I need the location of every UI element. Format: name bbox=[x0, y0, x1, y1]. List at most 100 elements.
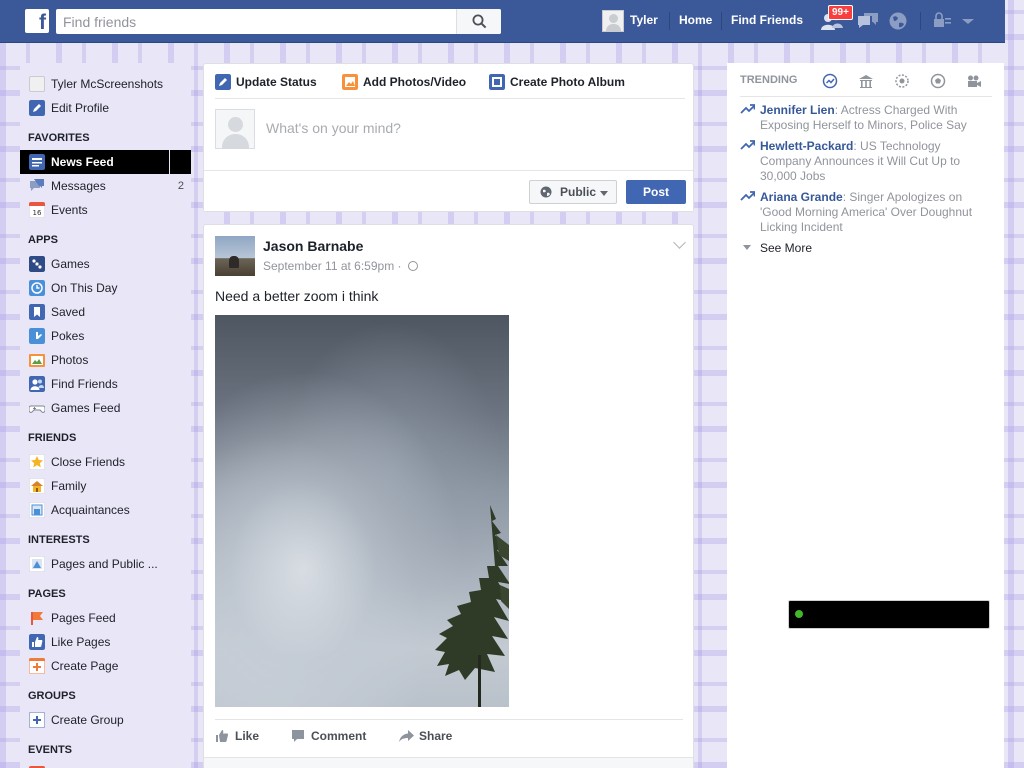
sidebar-item-on-this-day[interactable]: On This Day bbox=[20, 276, 191, 300]
see-more-link[interactable]: See More bbox=[743, 241, 812, 255]
share-label: Share bbox=[419, 729, 453, 743]
entertainment-camera-icon[interactable] bbox=[966, 73, 982, 89]
sidebar-item-create-group[interactable]: Create Group bbox=[20, 708, 191, 732]
friend-requests-badge: 99+ bbox=[828, 5, 853, 20]
trending-top-icon[interactable] bbox=[822, 73, 838, 89]
sidebar-item-pages-feed[interactable]: Pages Feed bbox=[20, 606, 191, 630]
facebook-logo[interactable]: f bbox=[25, 9, 49, 33]
poke-icon bbox=[29, 328, 45, 344]
status-composer: Update Status Add Photos/Video Create Ph… bbox=[203, 63, 694, 212]
left-sidebar: Tyler McScreenshots Edit Profile FAVORIT… bbox=[20, 63, 191, 768]
search-input[interactable] bbox=[56, 9, 456, 34]
sidebar-item-label: Messages bbox=[51, 179, 106, 193]
notifications-button[interactable] bbox=[886, 9, 912, 33]
sidebar-item-label: Create Page bbox=[51, 659, 119, 673]
sidebar-item-create-event[interactable] bbox=[20, 762, 191, 768]
sidebar-item-photos[interactable]: Photos bbox=[20, 348, 191, 372]
trending-topic-name[interactable]: Jennifer Lien bbox=[760, 103, 835, 117]
science-tech-icon[interactable] bbox=[894, 73, 910, 89]
sidebar-item-label: Events bbox=[51, 203, 88, 217]
sidebar-item-like-pages[interactable]: Like Pages bbox=[20, 630, 191, 654]
share-arrow-icon bbox=[399, 730, 414, 742]
sidebar-item-games-feed[interactable]: Games Feed bbox=[20, 396, 191, 420]
chevron-down-icon bbox=[962, 19, 974, 24]
sidebar-item-games[interactable]: Games bbox=[20, 252, 191, 276]
author-avatar[interactable] bbox=[215, 236, 255, 276]
create-group-icon bbox=[29, 712, 45, 728]
comment-label: Comment bbox=[311, 729, 367, 743]
sports-ball-icon[interactable] bbox=[930, 73, 946, 89]
search-icon bbox=[472, 14, 487, 29]
composer-footer: Public Post bbox=[204, 170, 693, 211]
comment-button[interactable]: Comment bbox=[291, 728, 366, 744]
account-menu-button[interactable] bbox=[958, 9, 984, 33]
trending-item[interactable]: Ariana Grande: Singer Apologizes on 'Goo… bbox=[740, 190, 992, 235]
sidebar-item-pages-and-public[interactable]: Pages and Public ... bbox=[20, 552, 191, 576]
section-header-favorites: FAVORITES bbox=[28, 132, 90, 144]
tab-update-status[interactable]: Update Status bbox=[215, 74, 317, 90]
trending-topic-name[interactable]: Ariana Grande bbox=[760, 190, 843, 204]
sidebar-item-family[interactable]: Family bbox=[20, 474, 191, 498]
profile-avatar-icon bbox=[29, 76, 45, 92]
sidebar-item-saved[interactable]: Saved bbox=[20, 300, 191, 324]
nav-divider bbox=[721, 12, 722, 30]
user-avatar[interactable] bbox=[602, 10, 624, 32]
post-button[interactable]: Post bbox=[626, 180, 686, 204]
status-input[interactable] bbox=[266, 120, 676, 136]
share-button[interactable]: Share bbox=[399, 728, 452, 744]
politics-icon[interactable] bbox=[858, 73, 874, 89]
profile-link[interactable]: Tyler bbox=[630, 13, 658, 27]
sidebar-item-profile[interactable]: Tyler McScreenshots bbox=[20, 72, 191, 96]
tab-label: Create Photo Album bbox=[510, 75, 625, 89]
trending-item[interactable]: Hewlett-Packard: US Technology Company A… bbox=[740, 139, 992, 184]
sidebar-item-create-page[interactable]: Create Page bbox=[20, 654, 191, 678]
privacy-label: Public bbox=[560, 185, 597, 199]
sidebar-item-news-feed[interactable]: News Feed bbox=[20, 150, 191, 174]
post-time-link[interactable]: September 11 at 6:59pm bbox=[263, 259, 394, 273]
post-photo[interactable] bbox=[215, 315, 509, 707]
tab-add-photos-video[interactable]: Add Photos/Video bbox=[342, 74, 466, 90]
sidebar-item-close-friends[interactable]: Close Friends bbox=[20, 450, 191, 474]
privacy-shortcuts-button[interactable] bbox=[930, 9, 956, 33]
house-icon bbox=[29, 478, 45, 494]
sidebar-item-label: Pages Feed bbox=[51, 611, 116, 625]
tab-create-photo-album[interactable]: Create Photo Album bbox=[489, 74, 625, 90]
sidebar-item-label: Find Friends bbox=[51, 377, 118, 391]
chat-dock[interactable] bbox=[788, 600, 990, 629]
sidebar-item-pokes[interactable]: Pokes bbox=[20, 324, 191, 348]
messages-button[interactable] bbox=[855, 9, 881, 33]
nav-divider bbox=[669, 12, 670, 30]
top-navigation-bar: f Tyler Home Find Friends 99+ bbox=[0, 0, 1005, 43]
section-header-pages: PAGES bbox=[28, 588, 66, 600]
sidebar-item-messages[interactable]: Messages 2 bbox=[20, 174, 191, 198]
sidebar-item-acquaintances[interactable]: Acquaintances bbox=[20, 498, 191, 522]
like-label: Like bbox=[235, 729, 260, 743]
post-likes-summary[interactable]: Jennifer Peterson likes this. bbox=[204, 757, 693, 768]
calendar-icon: 16 bbox=[29, 202, 45, 218]
privacy-selector-button[interactable]: Public bbox=[529, 180, 617, 204]
acquaintances-icon bbox=[29, 502, 45, 518]
sidebar-item-edit-profile[interactable]: Edit Profile bbox=[20, 96, 191, 120]
messages-icon bbox=[30, 179, 44, 191]
trending-topic-name[interactable]: Hewlett-Packard bbox=[760, 139, 853, 153]
find-friends-link[interactable]: Find Friends bbox=[731, 13, 803, 27]
home-link[interactable]: Home bbox=[679, 13, 712, 27]
sidebar-item-events[interactable]: 16 Events bbox=[20, 198, 191, 222]
star-icon bbox=[29, 454, 45, 470]
post-author[interactable]: Jason Barnabe bbox=[263, 238, 363, 254]
thumbs-up-icon bbox=[29, 634, 45, 650]
tree-silhouette bbox=[435, 505, 509, 707]
sidebar-item-find-friends[interactable]: Find Friends bbox=[20, 372, 191, 396]
thumbs-up-icon bbox=[216, 730, 229, 742]
news-feed-icon bbox=[29, 154, 45, 170]
trending-arrow-icon bbox=[740, 104, 755, 114]
trending-item[interactable]: Jennifer Lien: Actress Charged With Expo… bbox=[740, 103, 992, 133]
post-options-chevron-icon[interactable] bbox=[673, 236, 686, 249]
trending-header: TRENDING bbox=[740, 73, 992, 97]
search-box bbox=[56, 9, 501, 34]
feed-post: Jason Barnabe September 11 at 6:59pm · N… bbox=[203, 224, 694, 768]
search-button[interactable] bbox=[456, 9, 501, 34]
like-button[interactable]: Like bbox=[215, 728, 259, 744]
bookmark-icon bbox=[29, 304, 45, 320]
trending-arrow-icon bbox=[740, 191, 755, 201]
